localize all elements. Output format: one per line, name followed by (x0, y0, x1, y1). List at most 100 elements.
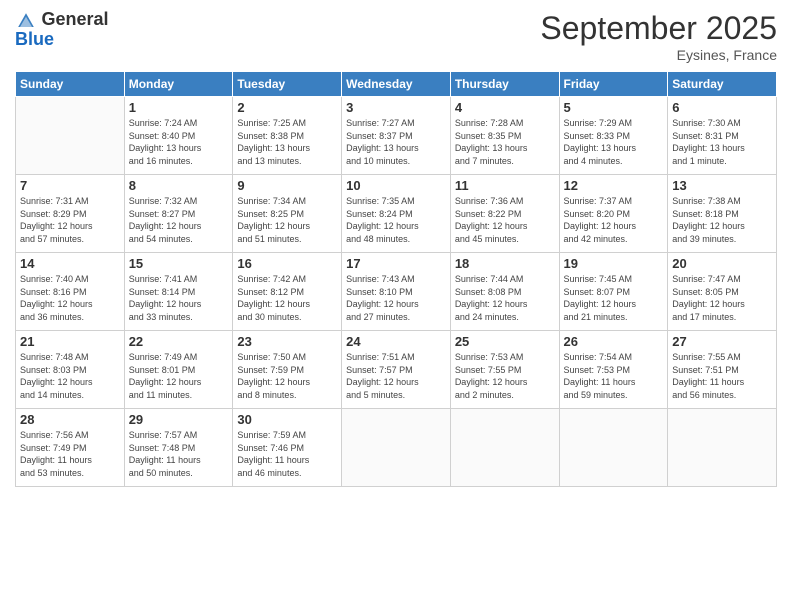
calendar-table: Sunday Monday Tuesday Wednesday Thursday… (15, 71, 777, 487)
day-number: 4 (455, 100, 555, 115)
table-cell (16, 97, 125, 175)
day-info: Sunrise: 7:54 AM Sunset: 7:53 PM Dayligh… (564, 351, 664, 401)
day-number: 9 (237, 178, 337, 193)
day-number: 1 (129, 100, 229, 115)
table-cell: 8 Sunrise: 7:32 AM Sunset: 8:27 PM Daylig… (124, 175, 233, 253)
day-number: 26 (564, 334, 664, 349)
day-number: 2 (237, 100, 337, 115)
table-cell: 20 Sunrise: 7:47 AM Sunset: 8:05 PM Dayli… (668, 253, 777, 331)
col-friday: Friday (559, 72, 668, 97)
table-row: 28 Sunrise: 7:56 AM Sunset: 7:49 PM Dayli… (16, 409, 777, 487)
table-cell: 13Sunrise: 7:38 AM Sunset: 8:18 PM Dayli… (668, 175, 777, 253)
day-number: 22 (129, 334, 229, 349)
table-cell: 14 Sunrise: 7:40 AM Sunset: 8:16 PM Dayli… (16, 253, 125, 331)
table-cell: 16 Sunrise: 7:42 AM Sunset: 8:12 PM Dayli… (233, 253, 342, 331)
day-number: 18 (455, 256, 555, 271)
table-cell: 2 Sunrise: 7:25 AM Sunset: 8:38 PM Daylig… (233, 97, 342, 175)
day-number: 25 (455, 334, 555, 349)
table-cell: 17Sunrise: 7:43 AM Sunset: 8:10 PM Dayli… (342, 253, 451, 331)
logo: General Blue (15, 10, 109, 50)
table-cell: 27 Sunrise: 7:55 AM Sunset: 7:51 PM Dayli… (668, 331, 777, 409)
day-number: 3 (346, 100, 446, 115)
table-cell: 26 Sunrise: 7:54 AM Sunset: 7:53 PM Dayli… (559, 331, 668, 409)
header-row: Sunday Monday Tuesday Wednesday Thursday… (16, 72, 777, 97)
table-cell (342, 409, 451, 487)
table-cell: 22 Sunrise: 7:49 AM Sunset: 8:01 PM Dayli… (124, 331, 233, 409)
day-number: 30 (237, 412, 337, 427)
day-info: Sunrise: 7:27 AM Sunset: 8:37 PM Dayligh… (346, 117, 446, 167)
table-row: 1 Sunrise: 7:24 AM Sunset: 8:40 PM Daylig… (16, 97, 777, 175)
day-info: Sunrise: 7:44 AM Sunset: 8:08 PM Dayligh… (455, 273, 555, 323)
day-info: Sunrise: 7:50 AM Sunset: 7:59 PM Dayligh… (237, 351, 337, 401)
day-info: Sunrise: 7:35 AM Sunset: 8:24 PM Dayligh… (346, 195, 446, 245)
day-info: Sunrise: 7:32 AM Sunset: 8:27 PM Dayligh… (129, 195, 229, 245)
day-number: 12 (564, 178, 664, 193)
title-block: September 2025 Eysines, France (540, 10, 777, 63)
day-info: Sunrise: 7:25 AM Sunset: 8:38 PM Dayligh… (237, 117, 337, 167)
table-cell: 23 Sunrise: 7:50 AM Sunset: 7:59 PM Dayli… (233, 331, 342, 409)
day-number: 14 (20, 256, 120, 271)
day-info: Sunrise: 7:45 AM Sunset: 8:07 PM Dayligh… (564, 273, 664, 323)
day-info: Sunrise: 7:24 AM Sunset: 8:40 PM Dayligh… (129, 117, 229, 167)
day-info: Sunrise: 7:41 AM Sunset: 8:14 PM Dayligh… (129, 273, 229, 323)
day-number: 10 (346, 178, 446, 193)
location: Eysines, France (540, 47, 777, 63)
month-title: September 2025 (540, 10, 777, 47)
day-info: Sunrise: 7:37 AM Sunset: 8:20 PM Dayligh… (564, 195, 664, 245)
day-info: Sunrise: 7:49 AM Sunset: 8:01 PM Dayligh… (129, 351, 229, 401)
day-number: 8 (129, 178, 229, 193)
day-info: Sunrise: 7:42 AM Sunset: 8:12 PM Dayligh… (237, 273, 337, 323)
table-cell: 15Sunrise: 7:41 AM Sunset: 8:14 PM Dayli… (124, 253, 233, 331)
day-number: 19 (564, 256, 664, 271)
table-cell: 24 Sunrise: 7:51 AM Sunset: 7:57 PM Dayli… (342, 331, 451, 409)
table-cell: 5Sunrise: 7:29 AM Sunset: 8:33 PM Daylig… (559, 97, 668, 175)
table-row: 21Sunrise: 7:48 AM Sunset: 8:03 PM Dayli… (16, 331, 777, 409)
col-thursday: Thursday (450, 72, 559, 97)
day-number: 17 (346, 256, 446, 271)
day-number: 28 (20, 412, 120, 427)
day-number: 7 (20, 178, 120, 193)
day-number: 24 (346, 334, 446, 349)
day-info: Sunrise: 7:59 AM Sunset: 7:46 PM Dayligh… (237, 429, 337, 479)
header: General Blue September 2025 Eysines, Fra… (15, 10, 777, 63)
day-info: Sunrise: 7:30 AM Sunset: 8:31 PM Dayligh… (672, 117, 772, 167)
day-number: 29 (129, 412, 229, 427)
day-number: 16 (237, 256, 337, 271)
table-cell (668, 409, 777, 487)
table-cell: 30 Sunrise: 7:59 AM Sunset: 7:46 PM Dayli… (233, 409, 342, 487)
col-monday: Monday (124, 72, 233, 97)
day-number: 13 (672, 178, 772, 193)
table-cell: 1 Sunrise: 7:24 AM Sunset: 8:40 PM Daylig… (124, 97, 233, 175)
day-info: Sunrise: 7:28 AM Sunset: 8:35 PM Dayligh… (455, 117, 555, 167)
day-number: 23 (237, 334, 337, 349)
table-cell: 19 Sunrise: 7:45 AM Sunset: 8:07 PM Dayli… (559, 253, 668, 331)
day-number: 11 (455, 178, 555, 193)
col-tuesday: Tuesday (233, 72, 342, 97)
table-row: 7 Sunrise: 7:31 AM Sunset: 8:29 PM Daylig… (16, 175, 777, 253)
table-cell: 21Sunrise: 7:48 AM Sunset: 8:03 PM Dayli… (16, 331, 125, 409)
calendar-page: General Blue September 2025 Eysines, Fra… (0, 0, 792, 612)
col-sunday: Sunday (16, 72, 125, 97)
day-info: Sunrise: 7:31 AM Sunset: 8:29 PM Dayligh… (20, 195, 120, 245)
day-info: Sunrise: 7:51 AM Sunset: 7:57 PM Dayligh… (346, 351, 446, 401)
table-cell: 11 Sunrise: 7:36 AM Sunset: 8:22 PM Dayli… (450, 175, 559, 253)
table-cell: 3 Sunrise: 7:27 AM Sunset: 8:37 PM Daylig… (342, 97, 451, 175)
day-info: Sunrise: 7:56 AM Sunset: 7:49 PM Dayligh… (20, 429, 120, 479)
table-cell: 6 Sunrise: 7:30 AM Sunset: 8:31 PM Daylig… (668, 97, 777, 175)
table-cell (559, 409, 668, 487)
day-number: 27 (672, 334, 772, 349)
day-number: 21 (20, 334, 120, 349)
day-info: Sunrise: 7:47 AM Sunset: 8:05 PM Dayligh… (672, 273, 772, 323)
day-info: Sunrise: 7:55 AM Sunset: 7:51 PM Dayligh… (672, 351, 772, 401)
day-info: Sunrise: 7:36 AM Sunset: 8:22 PM Dayligh… (455, 195, 555, 245)
table-cell: 25Sunrise: 7:53 AM Sunset: 7:55 PM Dayli… (450, 331, 559, 409)
day-number: 6 (672, 100, 772, 115)
day-info: Sunrise: 7:40 AM Sunset: 8:16 PM Dayligh… (20, 273, 120, 323)
table-row: 14 Sunrise: 7:40 AM Sunset: 8:16 PM Dayli… (16, 253, 777, 331)
table-cell: 28 Sunrise: 7:56 AM Sunset: 7:49 PM Dayli… (16, 409, 125, 487)
day-info: Sunrise: 7:34 AM Sunset: 8:25 PM Dayligh… (237, 195, 337, 245)
table-cell (450, 409, 559, 487)
table-cell: 7 Sunrise: 7:31 AM Sunset: 8:29 PM Daylig… (16, 175, 125, 253)
day-number: 20 (672, 256, 772, 271)
logo-icon (17, 12, 35, 30)
